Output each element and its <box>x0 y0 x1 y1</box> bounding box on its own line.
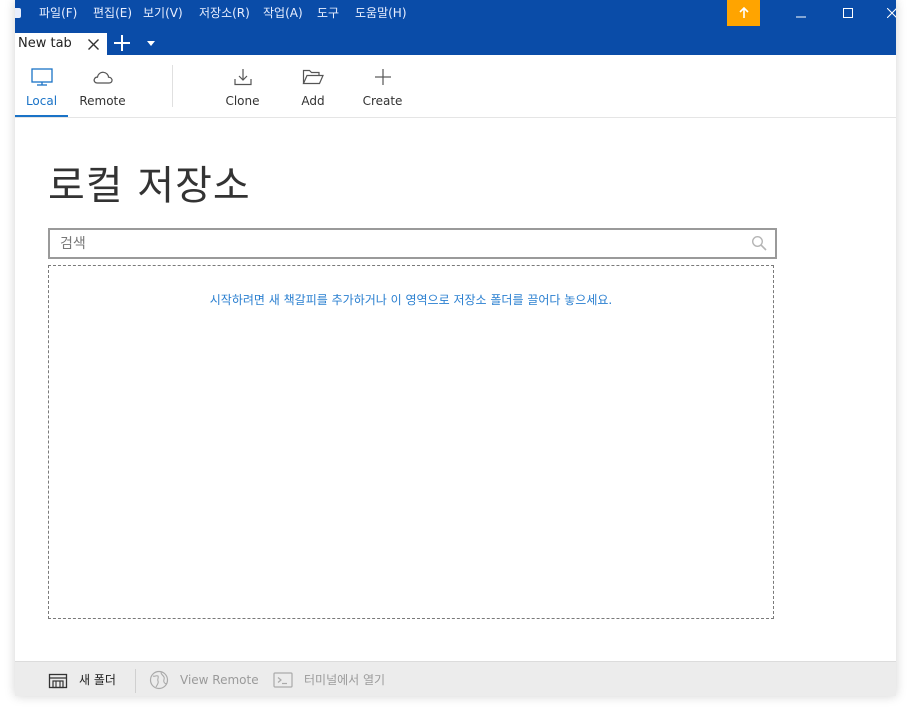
tab-list-dropdown[interactable] <box>143 34 159 54</box>
monitor-icon <box>30 68 53 86</box>
status-bar: 새 폴더 View Remote 터미널에서 열기 <box>15 661 896 696</box>
create-label: Create <box>362 94 403 108</box>
maximize-icon <box>843 8 853 18</box>
app-window: 파일(F) 편집(E) 보기(V) 저장소(R) 작업(A) 도구 도움말(H)… <box>15 0 896 696</box>
arrow-up-icon <box>738 7 749 18</box>
menu-bar: 파일(F) 편집(E) 보기(V) 저장소(R) 작업(A) 도구 도움말(H) <box>15 0 896 30</box>
globe-icon <box>149 670 169 689</box>
cloud-icon <box>93 71 113 84</box>
menu-edit[interactable]: 편집(E) <box>93 6 132 20</box>
active-tab-indicator <box>15 115 68 117</box>
minimize-icon <box>796 16 806 18</box>
plus-icon <box>114 35 130 51</box>
menu-help[interactable]: 도움말(H) <box>355 6 407 20</box>
folder-open-icon <box>302 69 324 85</box>
close-icon <box>887 8 896 18</box>
title-bar: 파일(F) 편집(E) 보기(V) 저장소(R) 작업(A) 도구 도움말(H)… <box>15 0 896 55</box>
view-remote-label: View Remote <box>180 672 259 687</box>
local-button[interactable]: Local <box>15 55 68 117</box>
search-input[interactable] <box>60 230 740 257</box>
local-label: Local <box>25 94 58 108</box>
repository-drop-zone[interactable]: 시작하려면 새 책갈피를 추가하거나 이 영역으로 저장소 폴더를 끌어다 놓으… <box>48 265 774 619</box>
clone-button[interactable]: Clone <box>215 55 270 116</box>
app-logo-icon <box>15 8 21 18</box>
terminal-icon <box>273 671 293 688</box>
close-window-button[interactable] <box>877 0 896 26</box>
toolbar-divider <box>172 65 173 107</box>
new-folder-icon <box>48 673 68 688</box>
minimize-button[interactable] <box>786 0 816 26</box>
new-folder-label: 새 폴더 <box>79 673 116 687</box>
search-box[interactable] <box>48 228 777 259</box>
tab-new-tab[interactable]: New tab <box>15 33 107 55</box>
update-notification-button[interactable] <box>727 0 760 26</box>
menu-repository[interactable]: 저장소(R) <box>199 6 250 20</box>
maximize-button[interactable] <box>833 0 863 26</box>
clone-label: Clone <box>225 94 260 108</box>
open-terminal-button[interactable]: 터미널에서 열기 <box>273 662 385 696</box>
add-label: Add <box>301 94 325 108</box>
remote-button[interactable]: Remote <box>75 55 130 116</box>
add-tab-button[interactable] <box>112 31 132 55</box>
close-icon <box>88 39 99 50</box>
menu-tools[interactable]: 도구 <box>317 6 339 20</box>
close-tab-button[interactable] <box>88 34 99 55</box>
chevron-down-icon <box>147 41 155 46</box>
add-button[interactable]: Add <box>288 55 338 116</box>
remote-label: Remote <box>79 94 126 108</box>
status-divider <box>135 669 136 693</box>
menu-file[interactable]: 파일(F) <box>39 6 77 20</box>
create-button[interactable]: Create <box>355 55 410 116</box>
tab-title: New tab <box>18 36 72 51</box>
view-remote-button[interactable]: View Remote <box>149 662 259 696</box>
download-icon <box>233 69 252 86</box>
search-icon <box>751 235 767 251</box>
menu-actions[interactable]: 작업(A) <box>263 6 303 20</box>
menu-view[interactable]: 보기(V) <box>143 6 183 20</box>
toolbar: Local Remote Clone Add Create <box>15 55 896 118</box>
empty-state-hint: 시작하려면 새 책갈피를 추가하거나 이 영역으로 저장소 폴더를 끌어다 놓으… <box>209 293 613 307</box>
page-title: 로컬 저장소 <box>48 163 251 209</box>
plus-icon <box>374 69 391 85</box>
new-folder-button[interactable]: 새 폴더 <box>48 662 116 696</box>
open-terminal-label: 터미널에서 열기 <box>304 673 386 687</box>
